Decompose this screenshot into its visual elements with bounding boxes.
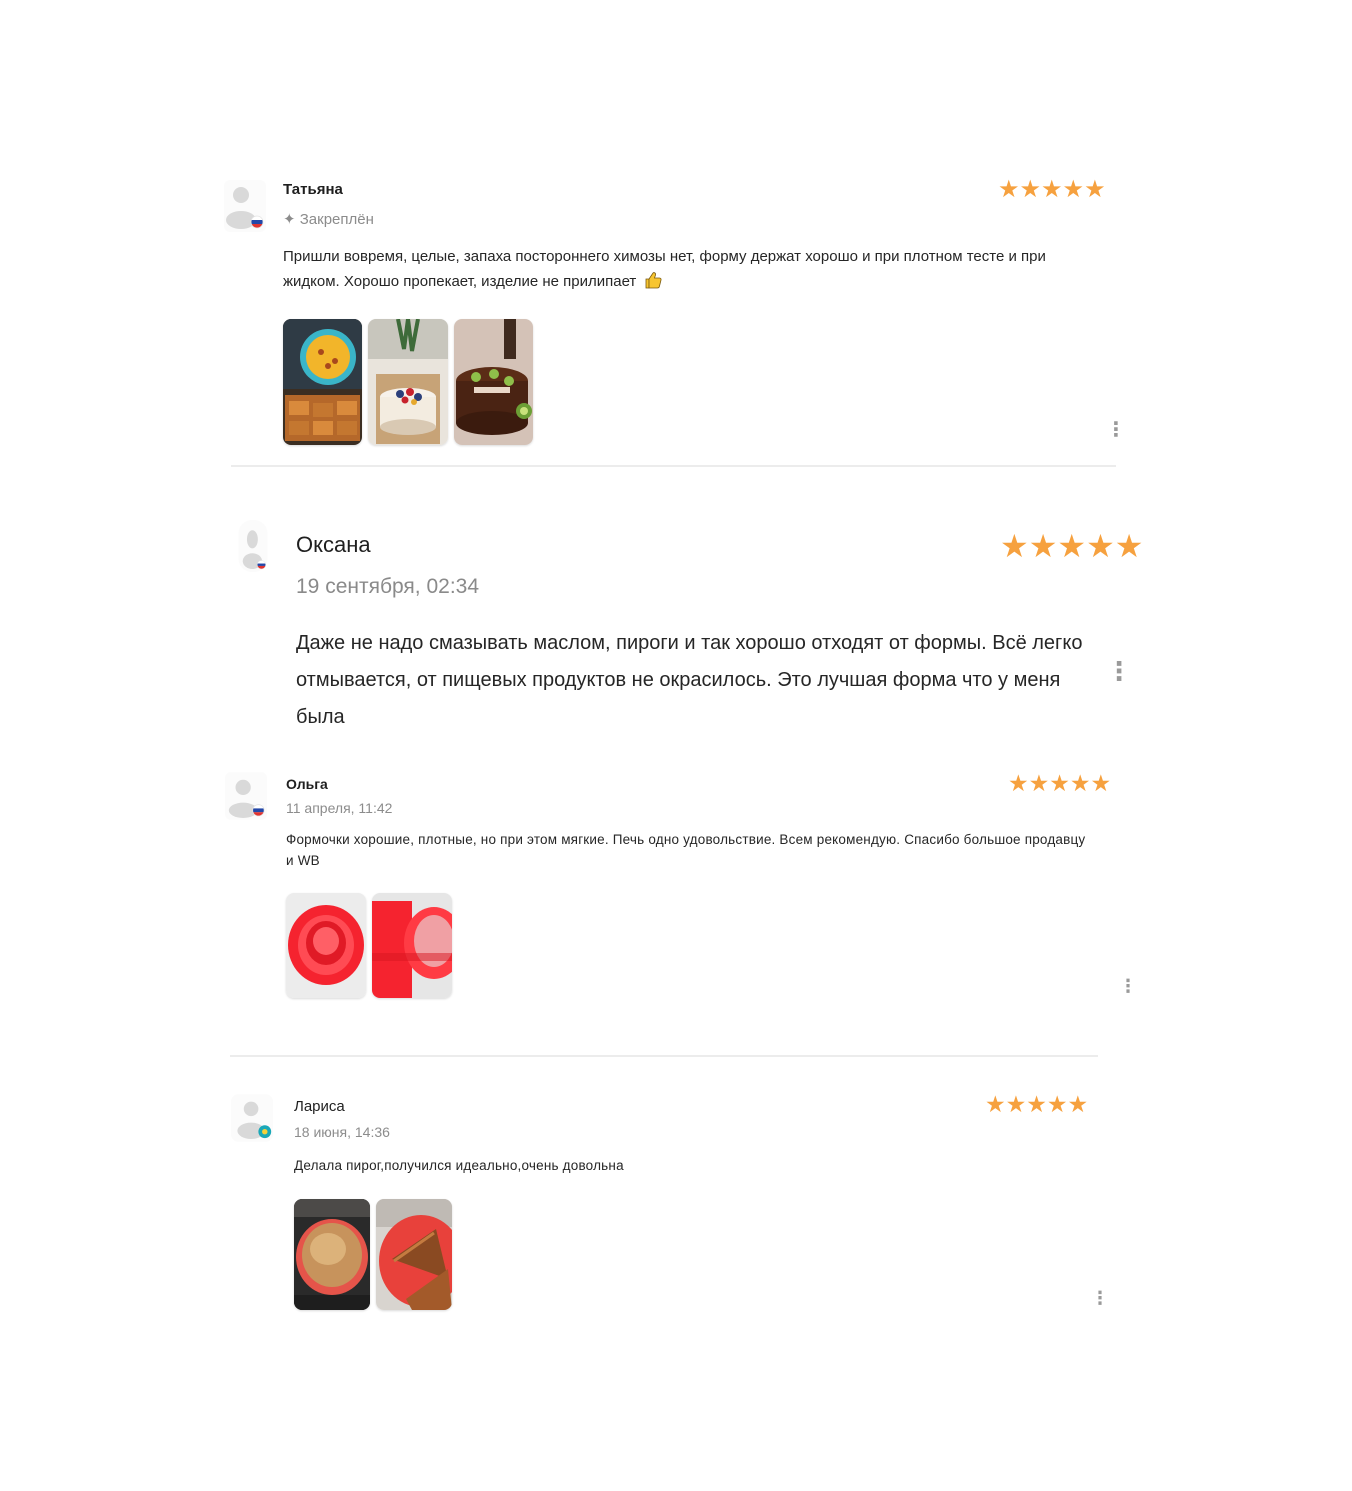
star-icon: ★ [1026,1091,1047,1117]
author-name[interactable]: Татьяна [283,181,343,198]
review-photo[interactable] [372,893,452,998]
star-icon: ★ [1057,528,1087,564]
pin-icon: ✦ [283,211,296,228]
author-name[interactable]: Ольга [286,776,328,792]
review-text: Пришли вовремя, целые, запаха посторонне… [283,244,1073,294]
avatar[interactable] [224,180,266,232]
star-icon: ★ [1028,770,1050,796]
star-icon: ★ [1114,528,1144,564]
rating-stars: ★ ★ ★ ★ ★ [985,1093,1088,1116]
photo-gallery [286,893,458,998]
star-icon: ★ [985,1091,1006,1117]
thumbs-up-icon [646,272,662,289]
flag-kz-icon [258,1125,272,1139]
review-photo[interactable] [286,893,366,998]
avatar[interactable] [225,770,267,822]
star-icon: ★ [1005,1091,1027,1117]
divider [231,465,1116,467]
photo-gallery [283,319,539,445]
flag-ru-icon [252,804,265,817]
rating-stars: ★ ★ ★ ★ ★ [1000,530,1143,562]
review-photo[interactable] [454,319,533,445]
star-icon: ★ [1041,176,1063,203]
review-date: 11 апреля, 11:42 [286,800,393,816]
star-icon: ★ [1008,770,1029,796]
avatar[interactable] [231,1092,273,1144]
star-icon: ★ [1067,1091,1089,1117]
review-text-content: Пришли вовремя, целые, запаха посторонне… [283,248,1046,290]
more-options-icon[interactable]: ⋮ [1119,977,1137,995]
review-photo[interactable] [368,319,448,445]
divider [230,1055,1098,1057]
review-text: Формочки хорошие, плотные, но при этом м… [286,832,1086,868]
star-icon: ★ [1019,176,1042,203]
star-icon: ★ [1049,770,1070,796]
review-photo[interactable] [283,319,362,445]
review-text: Делала пирог,получился идеально,очень до… [294,1158,624,1173]
star-icon: ★ [1069,770,1091,796]
pinned-label: ✦ Закреплён [283,210,374,228]
author-name[interactable]: Оксана [296,532,371,558]
star-icon: ★ [1062,176,1085,203]
rating-stars: ★ ★ ★ ★ ★ [1008,772,1111,795]
review-date: 18 июня, 14:36 [294,1124,390,1140]
avatar[interactable] [232,520,274,572]
pinned-text: Закреплён [299,211,374,228]
review-photo[interactable] [376,1199,452,1310]
rating-stars: ★ ★ ★ ★ ★ [998,178,1106,202]
star-icon: ★ [1046,1091,1068,1117]
star-icon: ★ [1084,176,1106,203]
more-options-icon[interactable]: ⋮ [1106,658,1132,684]
star-icon: ★ [998,176,1020,203]
review-text: Даже не надо смазывать маслом, пироги и … [296,632,1083,728]
flag-ru-icon [250,215,264,229]
star-icon: ★ [1086,528,1115,564]
author-name[interactable]: Лариса [294,1098,345,1115]
photo-gallery [294,1199,458,1310]
review-photo[interactable] [294,1199,370,1310]
star-icon: ★ [1028,528,1058,564]
flag-ru-icon [256,560,266,570]
more-options-icon[interactable]: ⋮ [1106,420,1126,440]
more-options-icon[interactable]: ⋮ [1091,1289,1109,1307]
review-date: 19 сентября, 02:34 [296,575,480,598]
star-icon: ★ [1000,528,1029,564]
star-icon: ★ [1090,770,1112,796]
